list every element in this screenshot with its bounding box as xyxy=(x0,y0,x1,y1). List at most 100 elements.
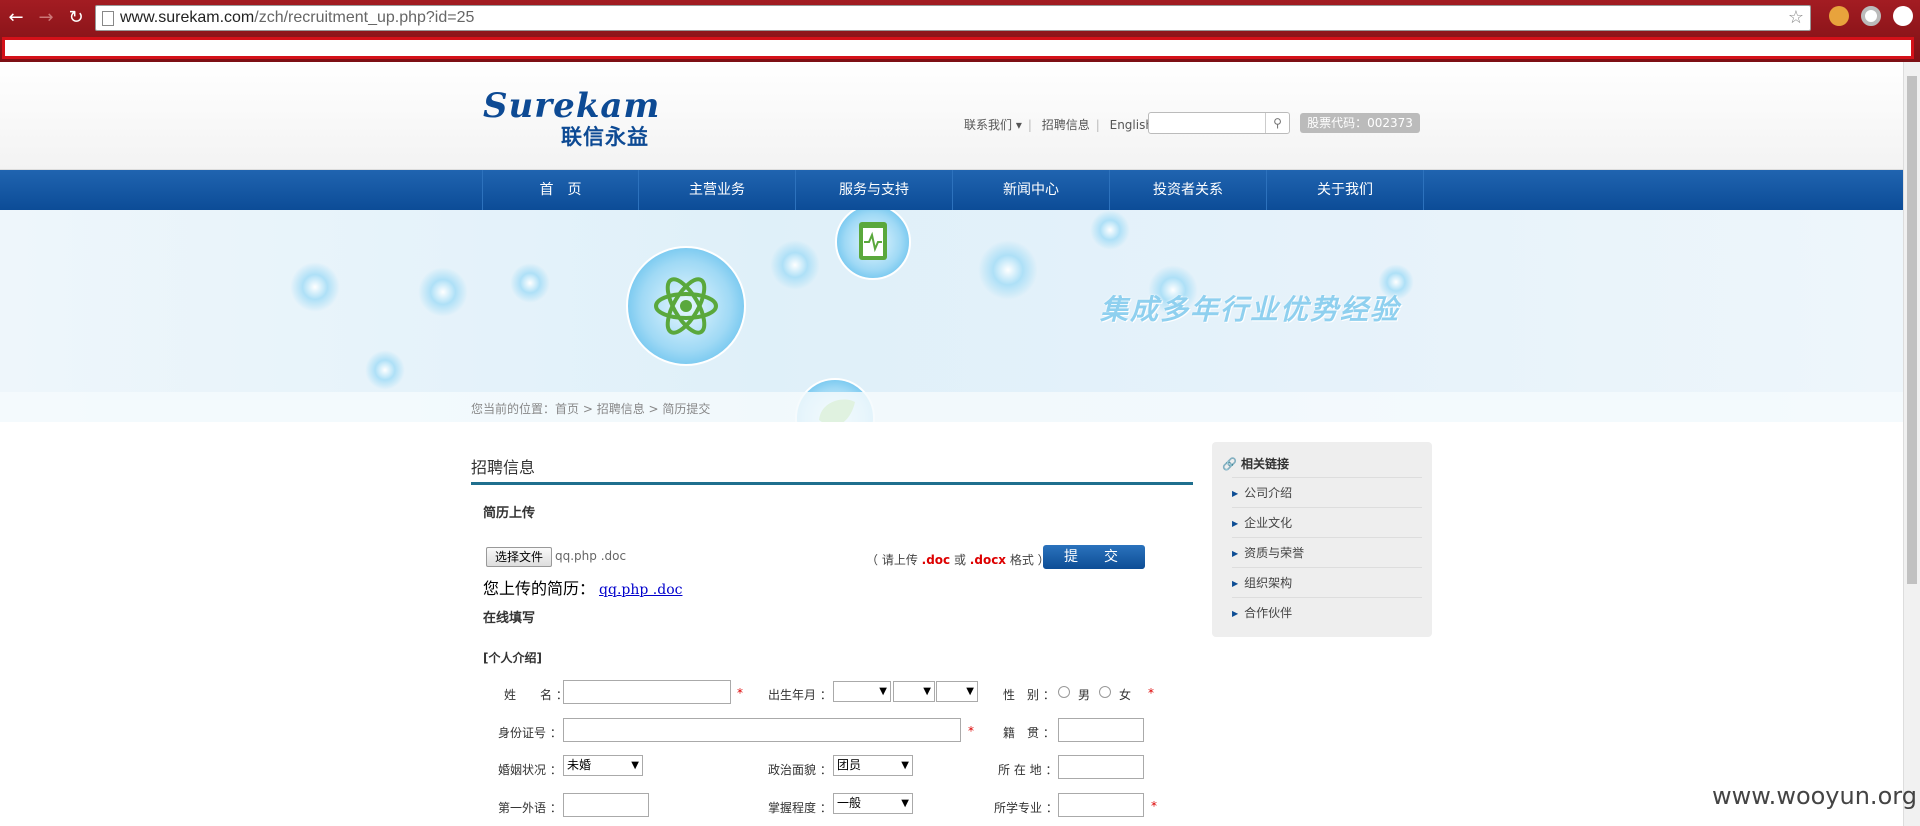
banner-orb xyxy=(418,267,468,317)
required-mark: * xyxy=(968,724,974,738)
sidebar-item-honors[interactable]: ▶ 资质与荣誉 xyxy=(1232,537,1422,567)
name-input[interactable] xyxy=(563,680,731,704)
bookmark-star-icon[interactable]: ☆ xyxy=(1788,7,1804,28)
birth-year-select[interactable]: ▼ xyxy=(833,681,891,702)
breadcrumb-section[interactable]: 招聘信息 xyxy=(597,402,645,416)
banner-orb xyxy=(365,350,405,390)
birth-label: 出生年月 ： xyxy=(768,688,832,702)
uploaded-resume: 您上传的简历： qq.php .doc xyxy=(483,579,683,598)
language-input[interactable] xyxy=(563,793,649,817)
back-arrow-icon[interactable]: ← xyxy=(4,6,28,30)
submit-button[interactable]: 提 交 xyxy=(1043,545,1145,569)
related-links-panel: 🔗 相关链接 ▶ 公司介绍 ▶ 企业文化 ▶ 资质与荣誉 ▶ 组织架构 ▶ 合作伙伴 xyxy=(1212,442,1432,637)
page-title: 招聘信息 xyxy=(471,458,536,477)
banner: 集成多年行业优势经验 xyxy=(0,210,1903,422)
cookie-extension-icon[interactable] xyxy=(1829,6,1849,26)
language-label: 第一外语 ： xyxy=(498,801,562,815)
required-mark: * xyxy=(1148,686,1154,700)
location-label: 所 在 地 ： xyxy=(998,763,1058,777)
related-links-heading: 🔗 相关链接 xyxy=(1222,457,1289,471)
top-links: 联系我们 ▾ | 招聘信息 | English xyxy=(964,118,1153,132)
gender-male-label: 男 xyxy=(1078,688,1091,702)
political-select[interactable]: 团员 ▼ xyxy=(833,755,913,776)
page-scrollbar[interactable] xyxy=(1903,62,1920,826)
stock-code-badge: 股票代码：002373 xyxy=(1300,113,1420,133)
banner-orb xyxy=(978,240,1038,300)
title-divider xyxy=(471,482,1193,485)
banner-slogan: 集成多年行业优势经验 xyxy=(1100,293,1401,326)
upload-heading: 简历上传 xyxy=(483,506,536,521)
choose-file-button[interactable]: 选择文件 xyxy=(486,547,552,567)
triangle-icon: ▶ xyxy=(1232,488,1239,498)
native-label: 籍 贯 ： xyxy=(1003,726,1055,740)
native-place-input[interactable] xyxy=(1058,718,1144,742)
sidebar-item-company[interactable]: ▶ 公司介绍 xyxy=(1232,477,1422,507)
banner-orb xyxy=(1090,210,1130,250)
main-nav: 首 页 主营业务 服务与支持 新闻中心 投资者关系 关于我们 xyxy=(0,170,1903,210)
level-label: 掌握程度 ： xyxy=(768,801,832,815)
menu-icon[interactable] xyxy=(1893,6,1913,26)
breadcrumb-separator: > xyxy=(579,402,597,416)
required-mark: * xyxy=(1151,799,1157,813)
gender-female-label: 女 xyxy=(1119,688,1132,702)
breadcrumb-current: 简历提交 xyxy=(662,402,711,416)
political-label: 政治面貌 ： xyxy=(768,763,832,777)
id-number-input[interactable] xyxy=(563,718,961,742)
triangle-icon: ▶ xyxy=(1232,608,1239,618)
highlighted-bar xyxy=(2,37,1914,59)
uploaded-file-link[interactable]: qq.php .doc xyxy=(599,582,682,598)
breadcrumb: 您当前的位置：首页 > 招聘信息 > 简历提交 xyxy=(471,400,710,417)
major-input[interactable] xyxy=(1058,793,1144,817)
logo-chinese: 联信永益 xyxy=(561,125,649,149)
location-input[interactable] xyxy=(1058,755,1144,779)
clipboard-icon xyxy=(835,210,911,280)
sidebar-item-partners[interactable]: ▶ 合作伙伴 xyxy=(1232,597,1422,627)
banner-orb xyxy=(770,240,820,290)
atom-icon xyxy=(626,246,746,366)
breadcrumb-bar xyxy=(0,392,1903,422)
extension-ring-icon[interactable] xyxy=(1861,6,1881,26)
gender-male-radio[interactable] xyxy=(1058,686,1070,698)
link-icon: 🔗 xyxy=(1222,457,1237,471)
contact-link[interactable]: 联系我们 ▾ xyxy=(964,118,1022,132)
banner-orb xyxy=(290,262,340,312)
nav-home[interactable]: 首 页 xyxy=(482,170,639,210)
site-logo[interactable]: Surekam 联信永益 xyxy=(483,86,660,149)
nav-investors[interactable]: 投资者关系 xyxy=(1110,170,1267,210)
sidebar-item-culture[interactable]: ▶ 企业文化 xyxy=(1232,507,1422,537)
scrollbar-thumb[interactable] xyxy=(1907,76,1917,584)
url-text: www.surekam.com/zch/recruitment_up.php?i… xyxy=(120,9,475,26)
online-heading: 在线填写 xyxy=(483,611,536,626)
triangle-icon: ▶ xyxy=(1232,548,1239,558)
search-icon[interactable]: ⚲ xyxy=(1265,113,1289,133)
marital-select[interactable]: 未婚 ▼ xyxy=(563,755,643,776)
triangle-icon: ▶ xyxy=(1232,518,1239,528)
marital-label: 婚姻状况 ： xyxy=(498,763,562,777)
birth-month-select[interactable]: ▼ xyxy=(893,681,935,702)
breadcrumb-prefix: 您当前的位置： xyxy=(471,402,556,416)
recruit-link[interactable]: 招聘信息 xyxy=(1042,118,1090,132)
english-link[interactable]: English xyxy=(1110,118,1153,132)
personal-heading: [个人介绍] xyxy=(483,651,542,665)
level-select[interactable]: 一般 ▼ xyxy=(833,793,913,814)
nav-about[interactable]: 关于我们 xyxy=(1267,170,1424,210)
gender-female-radio[interactable] xyxy=(1099,686,1111,698)
reload-icon[interactable]: ↻ xyxy=(64,6,88,30)
triangle-icon: ▶ xyxy=(1232,578,1239,588)
sidebar-item-organization[interactable]: ▶ 组织架构 xyxy=(1232,567,1422,597)
required-mark: * xyxy=(737,686,743,700)
nav-services[interactable]: 服务与支持 xyxy=(796,170,953,210)
nav-business[interactable]: 主营业务 xyxy=(639,170,796,210)
breadcrumb-home[interactable]: 首页 xyxy=(555,402,579,416)
id-label: 身份证号 ： xyxy=(498,726,562,740)
browser-toolbar: ← → ↻ www.surekam.com/zch/recruitment_up… xyxy=(0,0,1920,62)
page-icon xyxy=(102,11,114,26)
search-input[interactable]: ⚲ xyxy=(1148,112,1290,134)
major-label: 所学专业 ： xyxy=(994,801,1058,815)
watermark: www.wooyun.org xyxy=(1712,782,1917,810)
nav-news[interactable]: 新闻中心 xyxy=(953,170,1110,210)
forward-arrow-icon[interactable]: → xyxy=(34,6,58,30)
birth-day-select[interactable]: ▼ xyxy=(936,681,978,702)
site-header: Surekam 联信永益 联系我们 ▾ | 招聘信息 | English ⚲ 股票代… xyxy=(0,62,1903,170)
address-bar[interactable]: www.surekam.com/zch/recruitment_up.php?i… xyxy=(95,5,1811,31)
